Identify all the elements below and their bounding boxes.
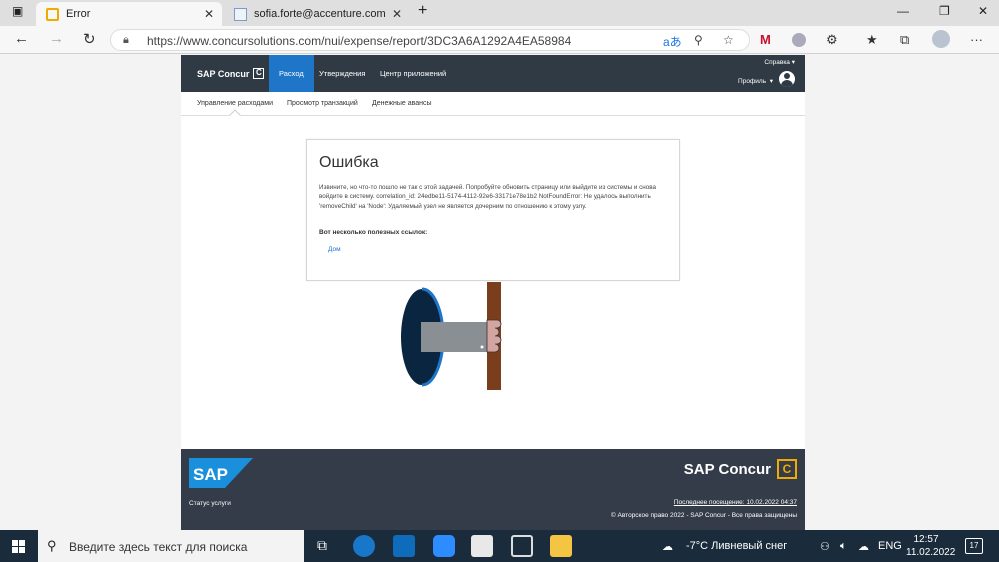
taskbar-search-box[interactable]: ⚲ Введите здесь текст для поиска [38,530,304,562]
last-visit-link[interactable]: Последнее посещение: 10.02.2022 04:37 [674,499,797,506]
subnav-manage-expenses[interactable]: Управление расходами [197,100,273,107]
nav-tab-expense[interactable]: Расход [269,55,314,92]
network-icon[interactable]: ☁ [858,540,869,553]
nav-tab-app-center[interactable]: Центр приложений [380,55,446,92]
zoom-app-icon[interactable] [433,535,455,557]
app-cube-icon[interactable] [511,535,533,557]
logo-text: SAP Concur [197,68,250,79]
weather-text[interactable]: -7°C Ливневый снег [686,540,787,552]
favorites-icon[interactable]: ★ [866,32,878,48]
language-indicator[interactable]: ENG [878,540,902,552]
subnav-view-transactions[interactable]: Просмотр транзакций [287,100,358,107]
footer: SAP Статус услуги SAP Concur C Последнее… [181,449,805,530]
tab-actions-icon[interactable]: ▣ [12,4,23,18]
mcafee-extension-icon[interactable]: M [760,32,771,47]
notification-center-icon[interactable]: 17 [965,538,983,554]
browser-toolbar: ← → ↻ 🔒︎ https://www.concursolutions.com… [0,26,999,54]
profile-menu[interactable]: Профиль ▾ [738,77,773,85]
useful-links-heading: Вот несколько полезных ссылок: [319,229,428,236]
profile-label: Профиль [738,78,767,85]
profile-avatar-icon[interactable] [779,71,795,87]
clock[interactable]: 12:57 11.02.2022 [906,533,956,559]
sub-navigation: Управление расходами Просмотр транзакций… [181,92,805,121]
edge-icon[interactable] [353,535,375,557]
close-tab-icon[interactable]: ✕ [392,7,402,21]
outlook-icon[interactable] [393,535,415,557]
clock-time: 12:57 [913,534,939,545]
file-explorer-icon[interactable] [550,535,572,557]
weather-icon[interactable]: ☁ [662,540,673,553]
subnav-cash-advances[interactable]: Денежные авансы [372,100,432,107]
page-favicon-icon [234,7,247,21]
close-tab-icon[interactable]: ✕ [204,7,214,21]
extension-icon[interactable] [792,33,806,47]
refresh-icon[interactable]: ↻ [83,30,96,48]
more-icon[interactable]: ··· [970,32,983,47]
volume-icon[interactable]: 🔈︎ [840,540,847,553]
copyright-text: © Авторское право 2022 - SAP Concur - Вс… [610,512,797,519]
lock-icon[interactable]: 🔒︎ [123,34,129,47]
clock-date: 11.02.2022 [906,547,956,558]
home-link[interactable]: Дом [328,246,341,253]
help-menu[interactable]: Справка ▾ [764,58,795,66]
add-favorite-icon[interactable]: ☆ [723,33,734,47]
search-placeholder: Введите здесь текст для поиска [69,540,248,554]
minimize-icon[interactable]: — [897,4,909,18]
tab-title: Error [66,8,91,20]
store-icon[interactable] [471,535,493,557]
top-navigation: SAP Concur C Расход Утверждения Центр пр… [181,55,805,92]
hand-holding-sign-illustration [401,282,502,390]
back-icon[interactable]: ← [14,30,29,47]
tab-title: sofia.forte@accenture.com [254,8,386,20]
browser-tab-error[interactable]: Error ✕ [36,2,222,26]
address-bar[interactable]: 🔒︎ https://www.concursolutions.com/nui/e… [110,29,750,51]
zoom-icon[interactable]: ⚲ [694,33,703,47]
start-button[interactable] [12,540,25,553]
new-tab-button[interactable]: + [418,2,427,20]
concur-mark-icon: C [777,459,797,479]
search-icon: ⚲ [47,538,57,553]
forward-icon[interactable]: → [49,30,64,47]
extensions-icon[interactable]: ⚙ [826,32,838,48]
read-aloud-icon[interactable]: aあ [663,33,682,50]
browser-tab-email[interactable]: sofia.forte@accenture.com ✕ [224,2,410,26]
sap-logo-text: SAP [193,465,228,484]
error-panel: Ошибка Извините, но что-то пошло не так … [306,139,680,281]
sap-concur-logo[interactable]: SAP Concur C [197,68,265,79]
collections-icon[interactable]: ⧉ [900,32,909,48]
active-indicator [229,109,241,121]
maximize-icon[interactable]: ❐ [939,4,950,18]
error-title: Ошибка [319,154,379,171]
url-text[interactable]: https://www.concursolutions.com/nui/expe… [147,34,571,48]
service-status-link[interactable]: Статус услуги [189,500,231,507]
chevron-down-icon: ▾ [769,78,773,85]
error-message: Извините, но что-то пошло не так с этой … [319,184,657,210]
browser-tab-strip: ▣ Error ✕ sofia.forte@accenture.com ✕ + … [0,0,999,26]
people-icon[interactable]: ⚇ [820,540,830,553]
close-window-icon[interactable]: ✕ [978,4,988,18]
sap-concur-footer-logo: SAP Concur C [684,459,797,479]
sap-logo[interactable]: SAP [189,458,253,488]
nav-tab-approvals[interactable]: Утверждения [319,55,365,92]
windows-taskbar: ⚲ Введите здесь текст для поиска ⧉ ☁ -7°… [0,530,999,562]
concur-mark-icon: C [253,68,265,79]
concur-page: SAP Concur C Расход Утверждения Центр пр… [181,55,805,530]
user-avatar[interactable] [932,30,950,48]
task-view-icon[interactable]: ⧉ [317,537,327,554]
concur-favicon-icon [46,7,59,21]
footer-brand-text: SAP Concur [683,460,771,478]
